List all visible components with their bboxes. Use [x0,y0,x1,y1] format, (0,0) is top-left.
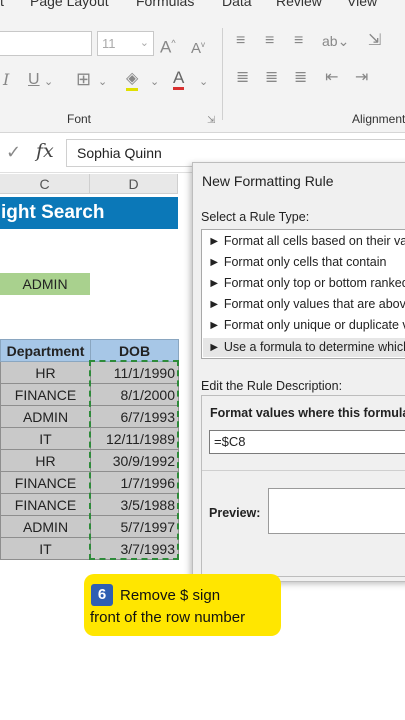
cell-department[interactable]: HR [0,361,91,384]
dialog-launcher-icon[interactable]: ⇲ [207,111,215,131]
sheet-title[interactable]: ight Search [0,197,178,229]
cell-dob[interactable]: 3/5/1988 [90,493,179,516]
font-color-icon[interactable]: A [173,68,185,90]
cell-dob[interactable]: 8/1/2000 [90,383,179,406]
table-row: HR 30/9/1992 [0,449,179,472]
tab-page-layout[interactable]: Page Layout [30,0,109,9]
ribbon: t Page Layout Formulas Data Review View … [0,0,405,133]
chevron-down-icon[interactable]: ⌄ [98,72,107,92]
tab-view[interactable]: View [347,0,377,9]
alignment-group-label: Alignment [352,112,405,126]
cell-department[interactable]: IT [0,427,91,450]
tab-review[interactable]: Review [276,0,322,9]
format-values-label: Format values where this formula i [210,406,405,420]
cell-department[interactable]: FINANCE [0,493,91,516]
table-row: FINANCE 1/7/1996 [0,471,179,494]
rule-type-item[interactable]: ► Format only top or bottom ranked [208,276,405,290]
callout-line-2: front of the row number [90,609,246,626]
font-name-combo[interactable] [0,31,92,56]
rule-type-item[interactable]: ► Format all cells based on their valu [208,234,405,248]
wrap-text-icon[interactable]: ⇲ [368,31,381,51]
table-row: FINANCE 3/5/1988 [0,493,179,516]
rule-description-panel: Format values where this formula i =$C8 … [201,395,405,577]
fill-color-icon[interactable]: ◈ [126,69,139,91]
tab-data[interactable]: Data [222,0,252,9]
cell-department[interactable]: FINANCE [0,383,91,406]
new-formatting-rule-dialog: New Formatting Rule Select a Rule Type: … [192,162,405,582]
divider [202,470,405,471]
align-middle-icon[interactable]: ≡ [265,31,274,51]
cell-dob[interactable]: 5/7/1997 [90,515,179,538]
cell-dob[interactable]: 11/1/1990 [90,361,179,384]
decrease-indent-icon[interactable]: ⇤ [325,68,338,88]
table-row: HR 11/1/1990 [0,361,179,384]
data-table: Department DOB HR 11/1/1990 FINANCE 8/1/20… [0,339,179,560]
underline-icon[interactable]: U [28,70,40,90]
rule-type-item[interactable]: ► Format only values that are above [208,297,405,311]
preview-label: Preview: [209,506,261,520]
font-size-combo[interactable]: 11 ⌄ [97,31,154,56]
increase-indent-icon[interactable]: ⇥ [355,68,368,88]
align-bottom-icon[interactable]: ≡ [294,31,303,51]
cell-department[interactable]: ADMIN [0,405,91,428]
increase-font-size-icon[interactable]: A^ [160,33,176,58]
table-row: IT 3/7/1993 [0,537,179,560]
rule-type-item[interactable]: ► Format only cells that contain [208,255,386,269]
cell-dob[interactable]: 12/11/1989 [90,427,179,450]
table-row: FINANCE 8/1/2000 [0,383,179,406]
borders-icon[interactable]: ⊞ [76,69,91,89]
chevron-down-icon[interactable]: ⌄ [44,72,53,92]
preview-box [268,488,405,534]
cell-department[interactable]: HR [0,449,91,472]
chevron-down-icon[interactable]: ⌄ [199,72,208,92]
rule-type-list[interactable]: ► Format all cells based on their valu ►… [201,229,405,359]
chevron-down-icon: ⌄ [139,37,149,49]
rule-type-item[interactable]: ► Format only unique or duplicate va [208,318,405,332]
select-rule-type-label: Select a Rule Type: [201,210,310,224]
align-top-icon[interactable]: ≡ [236,31,245,51]
cell-department[interactable]: ADMIN [0,515,91,538]
cell-dob[interactable]: 3/7/1993 [90,537,179,560]
ribbon-separator [222,28,223,120]
tab-formulas[interactable]: Formulas [136,0,194,9]
header-department[interactable]: Department [0,339,91,362]
edit-description-label: Edit the Rule Description: [201,379,343,393]
dialog-title: New Formatting Rule [202,173,334,189]
chevron-down-icon[interactable]: ⌄ [150,72,159,92]
column-header-d[interactable]: D [90,174,178,194]
italic-icon[interactable]: I [3,70,9,90]
orientation-icon[interactable]: ab⌄ [322,31,349,51]
table-row: ADMIN 6/7/1993 [0,405,179,428]
instruction-callout: 6 Remove $ sign front of the row number [84,574,281,636]
font-size-value: 11 [102,36,116,51]
font-group-label: Font [67,112,92,126]
cell-dob[interactable]: 6/7/1993 [90,405,179,428]
cell-dob[interactable]: 1/7/1996 [90,471,179,494]
step-number-badge: 6 [91,584,113,606]
cell-department[interactable]: IT [0,537,91,560]
tab-partial[interactable]: t [0,0,4,9]
cell-dob[interactable]: 30/9/1992 [90,449,179,472]
check-icon[interactable]: ✓ [6,142,21,163]
rule-type-item-selected[interactable]: ► Use a formula to determine which [203,338,405,357]
header-dob[interactable]: DOB [90,339,179,362]
table-row: ADMIN 5/7/1997 [0,515,179,538]
formula-field[interactable]: =$C8 [209,430,405,454]
table-row: IT 12/11/1989 [0,427,179,450]
callout-line-1: Remove $ sign [120,587,221,604]
align-right-icon[interactable]: ≣ [294,68,307,88]
fx-icon[interactable]: fx [36,140,54,162]
align-left-icon[interactable]: ≣ [236,68,249,88]
cell-department[interactable]: FINANCE [0,471,91,494]
decrease-font-size-icon[interactable]: Av [191,35,205,59]
align-center-icon[interactable]: ≣ [265,68,278,88]
column-header-c[interactable]: C [0,174,90,194]
lookup-cell[interactable]: ADMIN [0,273,90,295]
